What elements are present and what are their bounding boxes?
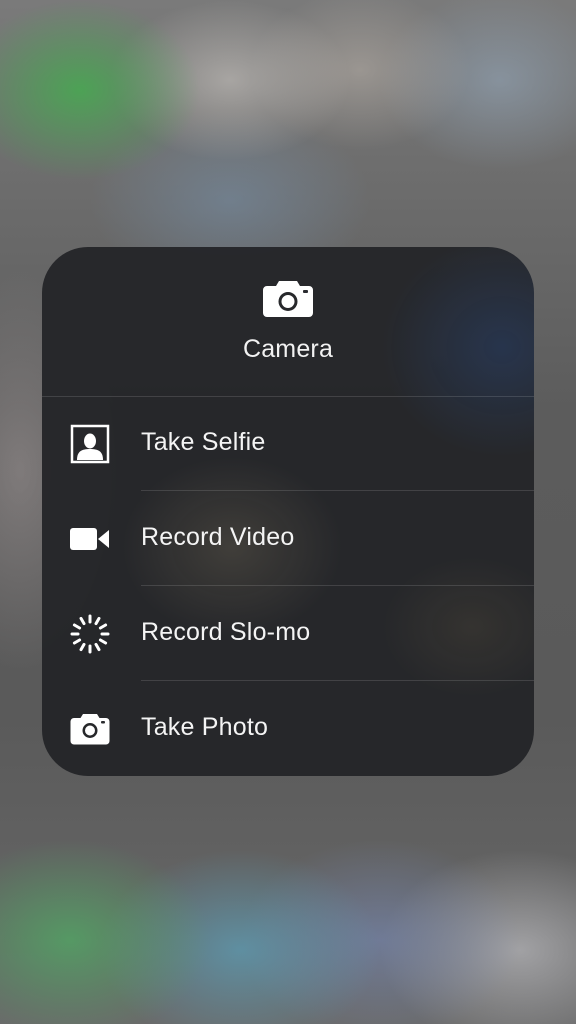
slomo-icon bbox=[70, 614, 110, 654]
record-slomo-item[interactable]: Record Slo-mo bbox=[42, 586, 534, 681]
take-selfie-label: Take Selfie bbox=[141, 428, 266, 456]
take-selfie-item[interactable]: Take Selfie bbox=[42, 396, 534, 491]
video-camera-icon bbox=[70, 528, 109, 550]
camera-icon bbox=[70, 714, 110, 745]
camera-icon bbox=[263, 281, 313, 317]
quick-actions-menu: Camera Take Selfie Record Video Record S… bbox=[42, 247, 534, 776]
record-video-item[interactable]: Record Video bbox=[42, 491, 534, 586]
take-photo-item[interactable]: Take Photo bbox=[42, 681, 534, 776]
selfie-portrait-icon bbox=[70, 424, 110, 464]
app-title: Camera bbox=[242, 335, 334, 363]
menu-header[interactable]: Camera bbox=[42, 247, 534, 397]
home-screen: Camera Take Selfie Record Video Record S… bbox=[0, 0, 576, 1024]
take-photo-label: Take Photo bbox=[141, 713, 269, 741]
record-video-label: Record Video bbox=[141, 523, 295, 551]
record-slomo-label: Record Slo-mo bbox=[141, 618, 311, 646]
